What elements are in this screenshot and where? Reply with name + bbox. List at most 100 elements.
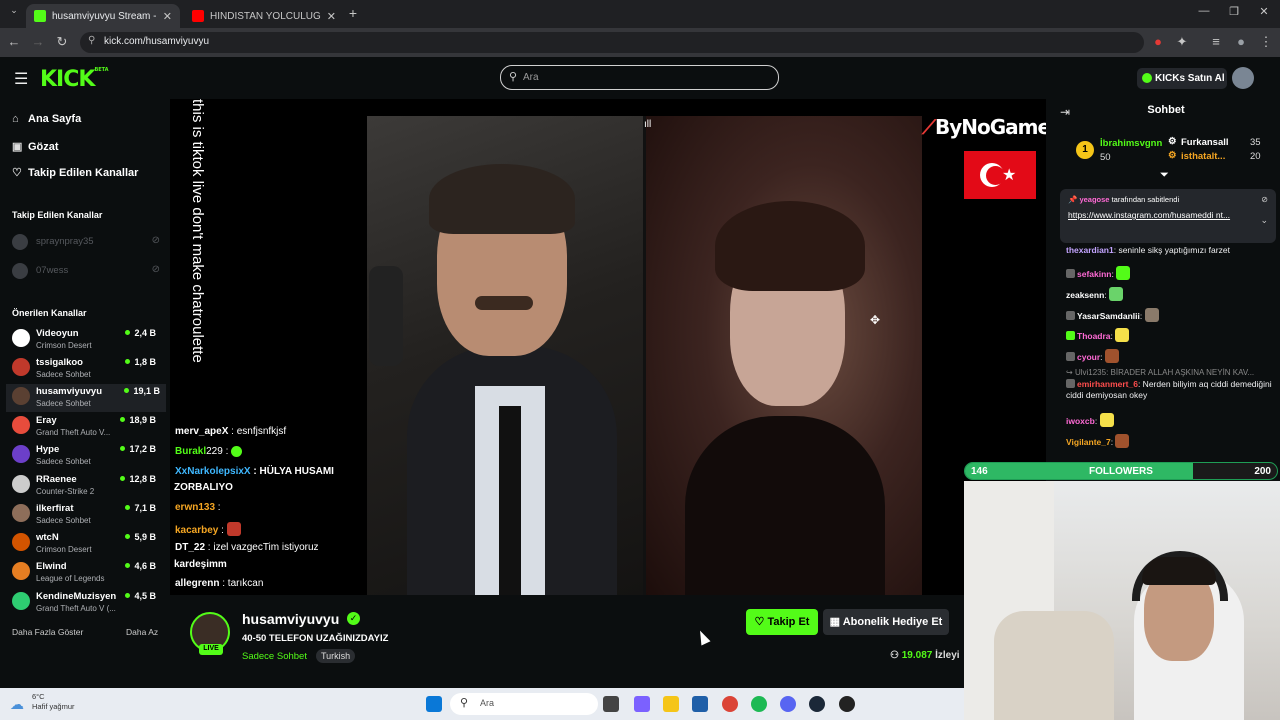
weather-widget[interactable]: 6°C Hafif yağmur xyxy=(32,692,75,712)
recommended-channel[interactable]: KendineMuzisyen Grand Theft Auto V (... 4,… xyxy=(12,589,162,617)
video-divider xyxy=(643,116,646,595)
stream-title: 40-50 TELEFON UZAĞINIZDAYIZ xyxy=(242,633,389,644)
overlay-chat-line: erwn133 : xyxy=(175,502,221,513)
hamburger-menu-icon[interactable]: ☰ xyxy=(14,69,28,89)
forward-icon[interactable]: → xyxy=(30,34,46,49)
kick-logo[interactable]: KICKBETA xyxy=(40,67,109,92)
channel-name: husamviyuvyu xyxy=(36,386,102,397)
new-tab-icon[interactable]: + xyxy=(345,5,361,21)
maximize-icon[interactable]: ❐ xyxy=(1226,5,1242,18)
search-icon: ⚲ xyxy=(509,71,518,83)
emote-icon xyxy=(1116,266,1131,280)
followed-channels-heading: Takip Edilen Kanallar xyxy=(12,210,103,220)
close-tab-icon[interactable]: ✕ xyxy=(163,10,172,23)
show-less-link[interactable]: Daha Az xyxy=(126,627,158,637)
extension-icon[interactable]: ● xyxy=(1150,34,1166,49)
site-info-icon[interactable]: ⚲ xyxy=(88,35,95,46)
pinned-message[interactable]: 📌 yeagose tarafından sabitlendi https://… xyxy=(1060,189,1276,243)
copilot-icon[interactable] xyxy=(634,696,650,712)
store-icon[interactable] xyxy=(692,696,708,712)
expand-pinned-icon[interactable]: ⌄ xyxy=(1260,215,1268,226)
recommended-channel-selected[interactable]: husamviyuvyu Sadece Sohbet 19,1 B xyxy=(6,384,166,412)
spotify-icon[interactable] xyxy=(751,696,767,712)
profile-icon[interactable]: ● xyxy=(1233,34,1249,49)
weather-temp: 6°C xyxy=(32,692,45,701)
person-hair xyxy=(715,201,865,291)
unpin-icon[interactable]: ⊘ xyxy=(1261,195,1268,204)
gifter-name[interactable]: isthatalt... xyxy=(1181,151,1225,162)
emote-icon xyxy=(1115,328,1130,342)
nav-browse[interactable]: ▣ Gözat xyxy=(12,140,59,153)
browser-tab[interactable]: HİNDİSTAN YOLCULUĞU VE Hİ ✕ xyxy=(184,4,344,28)
browser-menu-icon[interactable]: ⋮ xyxy=(1258,34,1274,50)
chat-user: allegrenn xyxy=(175,578,220,589)
stream-language-tag[interactable]: Turkish xyxy=(316,649,356,663)
chat-user: Burakl xyxy=(175,446,207,457)
nav-following[interactable]: ♡ Takip Edilen Kanallar xyxy=(12,166,138,179)
tab-list-icon[interactable]: ⌄ xyxy=(6,5,22,16)
followers-goal-bar: 146 FOLLOWERS 200 xyxy=(964,462,1278,480)
chat-user[interactable]: Vigilante_7 xyxy=(1066,437,1111,447)
task-view-icon[interactable] xyxy=(603,696,619,712)
reload-icon[interactable]: ↻ xyxy=(54,34,70,50)
buy-kicks-button[interactable]: KICKs Satın Al xyxy=(1137,68,1227,89)
followed-channel[interactable]: spraynpray35 ⊘ xyxy=(12,233,162,253)
recommended-channel[interactable]: ilkerfirat Sadece Sohbet 7,1 B xyxy=(12,501,162,529)
discord-icon[interactable] xyxy=(780,696,796,712)
chat-user[interactable]: iwoxcb xyxy=(1066,416,1095,426)
chat-user[interactable]: cyour xyxy=(1077,352,1100,362)
pinned-user: yeagose xyxy=(1079,195,1110,204)
followed-channel[interactable]: 07wess ⊘ xyxy=(12,262,162,282)
avatar xyxy=(12,533,30,551)
video-player[interactable]: ıll ⟋ByNoGame ★ this is tiktok live don'… xyxy=(170,99,1046,595)
follow-button[interactable]: ♡ Takip Et xyxy=(746,609,818,635)
close-window-icon[interactable]: ✕ xyxy=(1256,5,1272,18)
chat-user[interactable]: Thoadra xyxy=(1077,331,1111,341)
gifter-name[interactable]: Furkansall xyxy=(1181,137,1229,148)
recommended-channel[interactable]: wtcN Crimson Desert 5,9 B xyxy=(12,530,162,558)
stream-category[interactable]: Sadece Sohbet xyxy=(242,651,307,662)
recommended-channel[interactable]: Videoyun Crimson Desert 2,4 B xyxy=(12,326,162,354)
chat-user[interactable]: YasarSamdanlii xyxy=(1077,311,1140,321)
app-icon[interactable] xyxy=(839,696,855,712)
url-text: kick.com/husamviyuvyu xyxy=(104,36,210,47)
notifications-off-icon[interactable]: ⊘ xyxy=(152,235,160,246)
channel-name: Hype xyxy=(36,444,60,455)
filter-icon[interactable]: ⏷ xyxy=(1160,169,1169,182)
chat-user[interactable]: emirhanmert_6 xyxy=(1077,379,1138,389)
chat-message: YasarSamdanlii: xyxy=(1066,308,1274,322)
search-input[interactable]: ⚲ Ara xyxy=(500,65,779,90)
steam-icon[interactable] xyxy=(809,696,825,712)
recommended-channel[interactable]: Hype Sadece Sohbet 17,2 B xyxy=(12,442,162,470)
chat-user[interactable]: sefakinn xyxy=(1077,269,1112,279)
address-bar[interactable]: ⚲ kick.com/husamviyuvyu xyxy=(80,32,1144,53)
chat-user[interactable]: zeaksenn xyxy=(1066,290,1104,300)
file-explorer-icon[interactable] xyxy=(663,696,679,712)
pinned-link[interactable]: https://www.instagram.com/husameddi nt..… xyxy=(1068,209,1258,221)
browser-tab-active[interactable]: husamviyuvyu Stream - Wa ✕ xyxy=(26,4,180,28)
extensions-puzzle-icon[interactable]: ✦ xyxy=(1174,34,1190,50)
taskbar-search[interactable]: ⚲ Ara xyxy=(450,693,598,715)
logo-text: KICK xyxy=(40,67,95,92)
reading-list-icon[interactable]: ≡ xyxy=(1208,34,1224,49)
streamer-name[interactable]: husamviyuvyu xyxy=(242,611,339,627)
back-icon[interactable]: ← xyxy=(6,34,22,49)
chrome-icon[interactable] xyxy=(722,696,738,712)
chat-user[interactable]: thexardian1 xyxy=(1066,245,1114,255)
recommended-channel[interactable]: tssigalkoo Sadece Sohbet 1,8 B xyxy=(12,355,162,383)
viewer-count: 1,8 B xyxy=(125,357,156,367)
user-avatar[interactable] xyxy=(1232,67,1254,89)
show-more-link[interactable]: Daha Fazla Göster xyxy=(12,627,83,637)
chat-text: : seninle sikş yaptığımızı farzet xyxy=(1113,245,1230,255)
gift-subscription-button[interactable]: ▦ Abonelik Hediye Et xyxy=(823,609,949,635)
nav-home[interactable]: ⌂ Ana Sayfa xyxy=(12,113,81,125)
notifications-off-icon[interactable]: ⊘ xyxy=(152,264,160,275)
recommended-channel[interactable]: Elwind League of Legends 4,6 B xyxy=(12,559,162,587)
gifter-name[interactable]: İbrahimsvgnn xyxy=(1100,138,1162,149)
minimize-icon[interactable]: — xyxy=(1196,5,1212,17)
close-tab-icon[interactable]: ✕ xyxy=(327,10,336,23)
chat-text: : xyxy=(218,525,224,536)
recommended-channel[interactable]: Eray Grand Theft Auto V... 18,9 B xyxy=(12,413,162,441)
windows-start-icon[interactable] xyxy=(426,696,442,712)
recommended-channel[interactable]: RRaenee Counter-Strike 2 12,8 B xyxy=(12,472,162,500)
